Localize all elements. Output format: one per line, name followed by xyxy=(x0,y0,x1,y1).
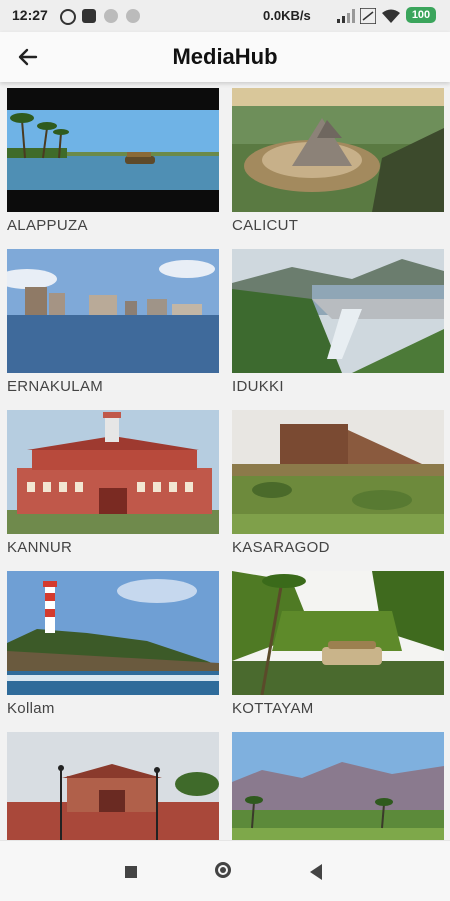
destination-name: KANNUR xyxy=(7,539,73,556)
destination-name: Kollam xyxy=(7,700,55,717)
message-icon xyxy=(82,9,96,23)
destination-card[interactable] xyxy=(232,732,444,840)
back-triangle-icon[interactable] xyxy=(310,864,322,880)
destination-image xyxy=(7,410,219,534)
battery-icon: 100 xyxy=(406,7,436,23)
lte-icon xyxy=(360,8,376,24)
destination-image xyxy=(232,249,444,373)
signal-icon xyxy=(337,9,355,23)
page-title: MediaHub xyxy=(172,44,278,69)
destination-image xyxy=(7,249,219,373)
destination-card[interactable]: IDUKKI xyxy=(232,249,444,395)
destination-image xyxy=(7,732,219,840)
system-nav-bar xyxy=(0,840,450,901)
destination-card[interactable]: KOTTAYAM xyxy=(232,571,444,717)
status-time: 12:27 xyxy=(12,7,48,23)
network-speed: 0.0KB/s xyxy=(263,8,311,23)
destination-image xyxy=(232,88,444,212)
destination-name: KOTTAYAM xyxy=(232,700,314,717)
destination-card[interactable] xyxy=(7,732,219,840)
destination-image xyxy=(232,410,444,534)
destination-grid: ALAPPUZA CALICUT ERNAKULAM IDUKKI KANNUR… xyxy=(0,86,450,840)
destination-card[interactable]: ERNAKULAM xyxy=(7,249,219,395)
destination-card[interactable]: CALICUT xyxy=(232,88,444,234)
destination-card[interactable]: Kollam xyxy=(7,571,219,717)
destination-image xyxy=(232,571,444,695)
destination-card[interactable]: KASARAGOD xyxy=(232,410,444,556)
destination-image xyxy=(232,732,444,840)
recents-square-icon[interactable] xyxy=(125,866,137,878)
wifi-icon xyxy=(382,9,400,23)
destination-name: IDUKKI xyxy=(232,378,284,395)
home-circle-icon[interactable] xyxy=(215,862,231,878)
destination-image xyxy=(7,571,219,695)
destination-name: KASARAGOD xyxy=(232,539,330,556)
destination-card[interactable]: ALAPPUZA xyxy=(7,88,219,234)
destination-card[interactable]: KANNUR xyxy=(7,410,219,556)
status-bar: 12:27 0.0KB/s 100 xyxy=(0,0,450,32)
destination-image xyxy=(7,88,219,212)
destination-name: ALAPPUZA xyxy=(7,217,88,234)
app-bar: MediaHub xyxy=(0,32,450,82)
dot-icon xyxy=(104,9,118,23)
destination-name: CALICUT xyxy=(232,217,299,234)
dot-icon xyxy=(126,9,140,23)
destination-name: ERNAKULAM xyxy=(7,378,104,395)
whatsapp-icon xyxy=(60,9,76,25)
